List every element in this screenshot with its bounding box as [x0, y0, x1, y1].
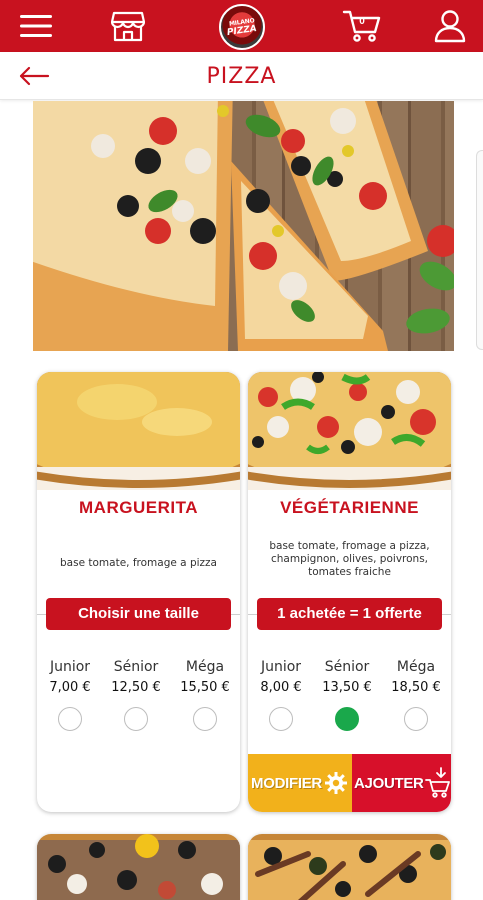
choose-size-button[interactable]: Choisir une taille — [46, 598, 231, 630]
size-radio-senior[interactable] — [124, 707, 148, 731]
size-label: Junior — [49, 659, 91, 675]
user-icon[interactable] — [432, 8, 468, 44]
size-radio-junior[interactable] — [58, 707, 82, 731]
promo-badge[interactable]: 1 achetée = 1 offerte — [257, 598, 442, 630]
size-option-mega[interactable]: Méga 18,50 € — [383, 659, 449, 731]
store-icon[interactable] — [110, 8, 146, 44]
size-option-junior[interactable]: Junior 7,00 € — [37, 659, 103, 731]
product-card-vegetarienne: VÉGÉTARIENNE base tomate, fromage a pizz… — [248, 372, 451, 812]
product-description: base tomate, fromage a pizza, champignon… — [269, 540, 430, 578]
size-label: Méga — [185, 659, 225, 675]
size-options: Junior 7,00 € Sénior 12,50 € Méga 15,50 … — [37, 659, 240, 739]
side-scroll-handle[interactable] — [476, 150, 483, 350]
product-image — [248, 372, 451, 490]
brand-logo[interactable]: MILANO PIZZA — [219, 4, 265, 50]
size-option-senior[interactable]: Sénior 13,50 € — [314, 659, 380, 731]
size-radio-senior-selected[interactable] — [335, 707, 359, 731]
modify-label: MODIFIER — [251, 774, 322, 792]
size-label: Sénior — [324, 659, 370, 675]
size-price: 12,50 € — [111, 680, 161, 695]
product-name: VÉGÉTARIENNE — [280, 498, 419, 517]
add-to-cart-button[interactable]: AJOUTER — [352, 754, 451, 812]
product-actions: MODIFIER AJOUTER — [248, 754, 451, 812]
size-label: Sénior — [113, 659, 159, 675]
product-image — [37, 372, 240, 490]
modify-button[interactable]: MODIFIER — [248, 754, 352, 812]
product-description: base tomate, fromage a pizza — [60, 557, 217, 569]
size-price: 8,00 € — [260, 680, 302, 695]
product-card-next-right[interactable] — [248, 834, 451, 900]
size-option-senior[interactable]: Sénior 12,50 € — [103, 659, 169, 731]
product-card-marguerita: MARGUERITA base tomate, fromage a pizza … — [37, 372, 240, 812]
add-label: AJOUTER — [354, 774, 424, 792]
size-price: 13,50 € — [322, 680, 372, 695]
size-radio-junior[interactable] — [269, 707, 293, 731]
cart-download-icon — [424, 767, 450, 798]
size-label: Junior — [260, 659, 302, 675]
hero-pizza-image — [33, 101, 454, 351]
top-app-bar: MILANO PIZZA 0 — [0, 0, 483, 52]
size-radio-mega[interactable] — [193, 707, 217, 731]
cart-count-badge: 0 — [359, 16, 365, 27]
size-price: 7,00 € — [49, 680, 91, 695]
page-title: PIZZA — [206, 64, 277, 89]
size-option-junior[interactable]: Junior 8,00 € — [248, 659, 314, 731]
title-bar: PIZZA — [0, 52, 483, 100]
size-label: Méga — [396, 659, 436, 675]
size-price: 18,50 € — [391, 680, 441, 695]
size-price: 15,50 € — [180, 680, 230, 695]
size-option-mega[interactable]: Méga 15,50 € — [172, 659, 238, 731]
size-options: Junior 8,00 € Sénior 13,50 € Méga 18,50 … — [248, 659, 451, 739]
product-name: MARGUERITA — [79, 498, 198, 517]
hamburger-icon[interactable] — [18, 8, 54, 44]
product-card-next-left[interactable] — [37, 834, 240, 900]
logo-text-bottom: PIZZA — [226, 23, 258, 39]
size-radio-mega[interactable] — [404, 707, 428, 731]
gear-icon — [324, 772, 347, 794]
